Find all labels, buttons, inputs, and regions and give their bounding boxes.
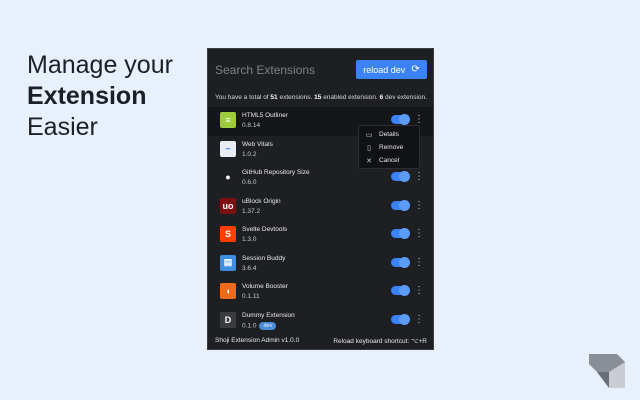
toggle-knob — [399, 256, 410, 268]
extension-enable-toggle[interactable] — [391, 228, 410, 239]
search-bar: reload dev ⟳ — [208, 49, 433, 91]
extension-version: 0.8.14 — [242, 122, 260, 129]
refresh-icon: ⟳ — [411, 64, 420, 75]
toggle-knob — [399, 313, 410, 325]
context-menu-remove[interactable]: ▯ Remove — [359, 141, 419, 154]
extension-version-number: 0.1.0 — [242, 322, 257, 330]
close-icon: ✕ — [366, 157, 372, 165]
extension-name: Web Vitals — [242, 140, 273, 148]
promo-headline: Manage your Extension Easier — [27, 50, 173, 143]
svelte-icon: S — [220, 226, 236, 242]
more-options-icon[interactable]: ⋮ — [414, 200, 424, 212]
extension-version-number: 0.8.14 — [242, 122, 261, 129]
toggle-knob — [399, 199, 410, 211]
extension-enable-toggle[interactable] — [391, 171, 410, 182]
extension-item[interactable]: S Svelte Devtools 1.3.0 ⋮ — [208, 221, 433, 250]
context-menu-details[interactable]: ▭ Details — [359, 128, 419, 141]
session-buddy-icon: ▤ — [220, 254, 236, 271]
details-icon: ▭ — [365, 131, 373, 139]
toggle-knob — [399, 285, 410, 296]
extension-enable-toggle[interactable] — [391, 285, 410, 296]
extension-version: 1.37.2 — [242, 208, 260, 215]
summary-middle-2: enabled extension. — [321, 94, 380, 101]
extension-summary: You have a total of 51 extensions. 15 en… — [215, 94, 427, 101]
context-menu-label: Remove — [379, 144, 404, 151]
html5-outliner-icon: ≡ — [220, 112, 236, 128]
footer-shortcut: Reload keyboard shortcut: ⌥+R — [333, 338, 427, 345]
toggle-knob — [399, 114, 410, 125]
extension-version: 0.1.11 — [242, 293, 260, 300]
extension-context-menu: ▭ Details ▯ Remove ✕ Cancel — [358, 125, 420, 169]
extension-name: Volume Booster — [242, 283, 288, 290]
extension-version: 1.3.0 — [242, 236, 256, 243]
summary-middle-1: extensions. — [277, 94, 315, 101]
extension-version: 0.6.0 — [242, 179, 256, 186]
context-menu-label: Cancel — [379, 157, 400, 164]
extension-name: uBlock Origin — [242, 197, 281, 205]
search-input[interactable] — [215, 61, 355, 79]
extension-name: Dummy Extension — [242, 311, 295, 319]
more-options-icon[interactable]: ⋮ — [414, 285, 424, 297]
context-menu-cancel[interactable]: ✕ Cancel — [359, 154, 419, 167]
extension-admin-popup: reload dev ⟳ You have a total of 51 exte… — [207, 48, 434, 350]
more-options-icon[interactable]: ⋮ — [414, 171, 424, 183]
extension-item[interactable]: ▤ Session Buddy 3.6.4 ⋮ — [208, 250, 433, 279]
promo-line-2: Extension — [27, 82, 147, 110]
more-options-icon[interactable]: ⋮ — [414, 314, 424, 326]
reload-dev-button[interactable]: reload dev ⟳ — [356, 60, 427, 79]
extension-name: HTML5 Outliner — [242, 112, 288, 119]
extension-item[interactable]: ◖ Volume Booster 0.1.11 ⋮ — [208, 278, 433, 307]
extension-version: 3.6.4 — [242, 265, 256, 272]
toggle-knob — [399, 228, 410, 239]
footer-version: Shoji Extension Admin v1.0.0 — [215, 337, 300, 344]
extension-enable-toggle[interactable] — [391, 199, 410, 211]
toggle-knob — [399, 171, 410, 182]
summary-prefix: You have a total of — [215, 94, 271, 101]
popup-footer: Shoji Extension Admin v1.0.0 Reload keyb… — [208, 332, 433, 349]
more-options-icon[interactable]: ⋮ — [414, 257, 424, 269]
summary-total: 51 — [270, 94, 278, 101]
dummy-extension-icon: D — [220, 311, 236, 328]
summary-suffix: dev extension. — [383, 94, 427, 101]
extension-version-number: 1.37.2 — [242, 207, 261, 215]
extension-enable-toggle[interactable] — [391, 256, 410, 268]
extension-name: Svelte Devtools — [242, 226, 288, 233]
reload-dev-label: reload dev — [363, 64, 406, 75]
volume-booster-icon: ◖ — [220, 283, 236, 299]
github-icon: ● — [220, 169, 236, 185]
extension-item[interactable]: D Dummy Extension 0.1.0 dev ⋮ — [208, 307, 433, 336]
promo-line-3: Easier — [27, 113, 98, 141]
extension-version-number: 3.6.4 — [242, 264, 257, 272]
dev-badge: dev — [259, 321, 277, 330]
web-vitals-icon: ~ — [220, 140, 236, 157]
promo-line-1: Manage your — [27, 51, 173, 79]
extension-name: GitHub Repository Size — [242, 169, 310, 176]
extension-name: Session Buddy — [242, 254, 286, 262]
extension-version-number: 1.3.0 — [242, 236, 257, 243]
extension-enable-toggle[interactable] — [391, 313, 410, 325]
trash-icon: ▯ — [367, 144, 371, 152]
context-menu-label: Details — [379, 131, 399, 138]
extension-version-number: 0.6.0 — [242, 179, 257, 186]
extension-version-number: 0.1.11 — [242, 293, 260, 300]
extension-enable-toggle[interactable] — [391, 114, 410, 125]
extension-item[interactable]: uo uBlock Origin 1.37.2 ⋮ — [208, 193, 433, 222]
extension-version-number: 1.0.2 — [242, 150, 257, 158]
extension-version: 1.0.2 — [242, 151, 256, 158]
more-options-icon[interactable]: ⋮ — [414, 228, 424, 240]
ublock-icon: uo — [220, 197, 236, 214]
extension-version: 0.1.0 dev — [242, 321, 277, 330]
brand-logo-icon — [589, 354, 625, 388]
